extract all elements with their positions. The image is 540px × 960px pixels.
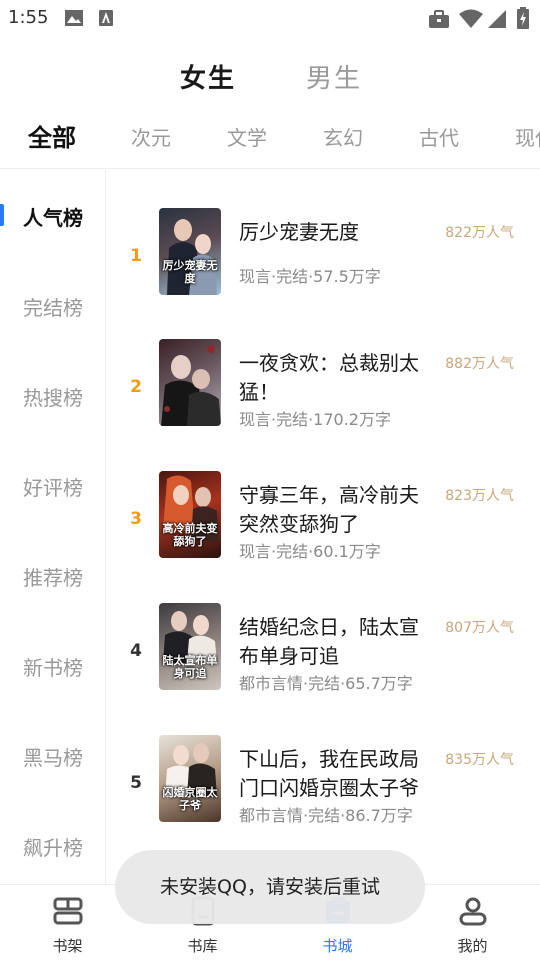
book-meta: 现言·完结·170.2万字 — [239, 410, 391, 429]
profile-icon — [459, 897, 486, 926]
tab-female[interactable]: 女生 — [180, 58, 236, 95]
book-cover[interactable] — [159, 339, 221, 426]
wifi-icon — [459, 9, 483, 28]
ranking-sidebar: 人气榜 完结榜 热搜榜 好评榜 推荐榜 新书榜 黑马榜 飙升榜 — [0, 170, 106, 884]
book-rank: 2 — [130, 377, 142, 397]
category-tab-all[interactable]: 全部 — [28, 118, 76, 153]
book-item[interactable]: 5 闪婚京圈太子爷 下山后，我在民政局门口闪婚京圈太子爷 都市言情·完结·86.… — [106, 735, 540, 835]
cover-title: 高冷前夫变舔狗了 — [162, 522, 218, 548]
category-tab-ciyuan[interactable]: 次元 — [131, 122, 171, 151]
book-title[interactable]: 厉少宠妻无度 — [239, 218, 435, 247]
book-item[interactable]: 2 一夜贪欢：总裁别太猛！ 现言·完结·170.2万字 882万人气 — [106, 339, 540, 439]
book-meta: 现言·完结·60.1万字 — [239, 542, 381, 561]
book-cover[interactable]: 闪婚京圈太子爷 — [159, 735, 221, 822]
category-tab-fantasy[interactable]: 玄幻 — [323, 122, 363, 151]
cellular-signal-icon — [488, 10, 506, 28]
sidebar-item-recommended[interactable]: 推荐榜 — [0, 562, 106, 591]
book-popularity: 823万人气 — [445, 488, 514, 504]
book-meta: 都市言情·完结·86.7万字 — [239, 806, 413, 825]
book-rank: 1 — [130, 246, 142, 266]
cover-title: 闪婚京圈太子爷 — [162, 786, 218, 812]
sidebar-item-rising[interactable]: 飙升榜 — [0, 832, 106, 861]
category-tab-literature[interactable]: 文学 — [227, 122, 267, 151]
book-item[interactable]: 4 陆太宣布单身可追 结婚纪念日，陆太宣布单身可追 都市言情·完结·65.7万字… — [106, 603, 540, 703]
book-item[interactable]: 1 厉少宠妻无度 厉少宠妻无度 现言·完结·57.5万字 822万人气 — [106, 208, 540, 308]
book-cover[interactable]: 高冷前夫变舔狗了 — [159, 471, 221, 558]
category-tab-ancient[interactable]: 古代 — [419, 122, 459, 151]
book-title[interactable]: 下山后，我在民政局门口闪婚京圈太子爷 — [239, 745, 435, 803]
book-cover[interactable]: 厉少宠妻无度 — [159, 208, 221, 295]
sidebar-item-top-rated[interactable]: 好评榜 — [0, 472, 106, 501]
cover-title: 厉少宠妻无度 — [162, 259, 218, 285]
book-popularity: 835万人气 — [445, 752, 514, 768]
book-popularity: 807万人气 — [445, 620, 514, 636]
sidebar-item-completed[interactable]: 完结榜 — [0, 292, 106, 321]
nav-label: 书城 — [322, 937, 353, 955]
sidebar-item-hot-search[interactable]: 热搜榜 — [0, 382, 106, 411]
book-item[interactable]: 3 高冷前夫变舔狗了 守寡三年，高冷前夫突然变舔狗了 现言·完结·60.1万字 … — [106, 471, 540, 571]
tab-male[interactable]: 男生 — [306, 58, 362, 95]
sidebar-item-popularity[interactable]: 人气榜 — [0, 202, 106, 231]
toast-message: 未安装QQ，请安装后重试 — [115, 850, 425, 924]
briefcase-icon — [429, 10, 449, 28]
book-meta: 都市言情·完结·65.7万字 — [239, 674, 413, 693]
nav-label: 我的 — [457, 937, 488, 955]
book-rank: 5 — [130, 773, 142, 793]
status-bar: 1:55 — [0, 0, 540, 36]
book-cover[interactable]: 陆太宣布单身可追 — [159, 603, 221, 690]
nav-label: 书库 — [187, 937, 218, 955]
nav-label: 书架 — [52, 937, 83, 955]
book-popularity: 882万人气 — [445, 356, 514, 372]
category-divider — [0, 168, 540, 169]
book-rank: 4 — [130, 641, 142, 661]
sidebar-item-dark-horse[interactable]: 黑马榜 — [0, 742, 106, 771]
book-title[interactable]: 一夜贪欢：总裁别太猛！ — [239, 349, 435, 407]
book-title[interactable]: 守寡三年，高冷前夫突然变舔狗了 — [239, 481, 435, 539]
text-notification-icon — [99, 10, 113, 26]
nav-profile[interactable]: 我的 — [405, 885, 540, 960]
image-notification-icon — [65, 10, 83, 26]
book-popularity: 822万人气 — [445, 225, 514, 241]
book-title[interactable]: 结婚纪念日，陆太宣布单身可追 — [239, 613, 435, 671]
status-time: 1:55 — [8, 7, 49, 28]
category-tab-modern[interactable]: 现代 — [515, 122, 540, 151]
category-tabs: 全部 次元 文学 玄幻 古代 现代 — [0, 118, 540, 158]
book-meta: 现言·完结·57.5万字 — [239, 267, 381, 286]
book-rank: 3 — [130, 509, 142, 529]
nav-bookshelf[interactable]: 书架 — [0, 885, 135, 960]
cover-title: 陆太宣布单身可追 — [162, 654, 218, 680]
bookshelf-icon — [53, 897, 82, 925]
sidebar-item-new-books[interactable]: 新书榜 — [0, 652, 106, 681]
gender-tabs: 女生 男生 — [0, 58, 540, 98]
cover-art — [161, 345, 221, 426]
battery-icon — [517, 7, 529, 29]
